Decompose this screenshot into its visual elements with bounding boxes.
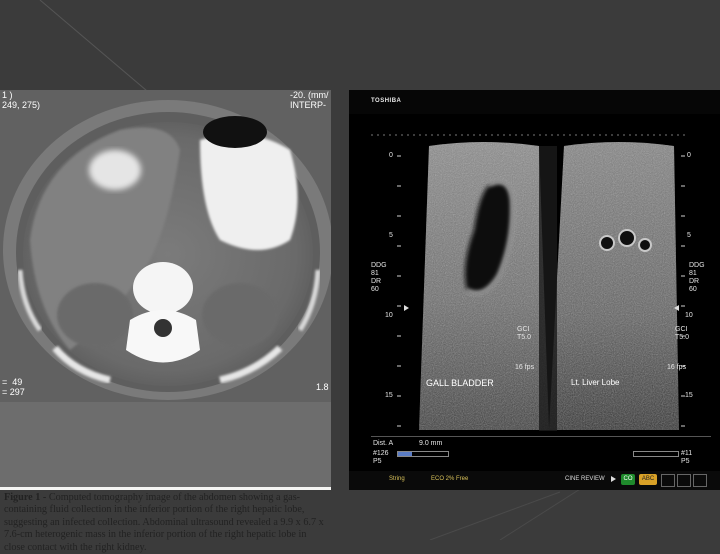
right-depth-marker-5: 5 bbox=[687, 232, 691, 239]
measure-label: Dist. A bbox=[373, 440, 394, 447]
caption-text: Computed tomography image of the abdomen… bbox=[4, 492, 324, 553]
ultrasound-panel: TOSHIBA 0 5 10 15 0 5 10 15 DDG 81 DR 60… bbox=[349, 90, 720, 490]
right-depth-marker-15: 15 bbox=[685, 392, 693, 399]
right-gain-params: DDG 81 DR 60 bbox=[689, 262, 705, 293]
ultrasound-measurement-bar: Dist. A 9.0 mm #126 #11 P5 P5 bbox=[371, 436, 711, 465]
footer-button-co[interactable]: CO bbox=[621, 474, 635, 485]
depth-marker-0: 0 bbox=[389, 152, 393, 159]
ultrasound-footer: String ECO 2% Free CINE REVIEW CO ABC bbox=[349, 471, 720, 490]
frame-slider-right[interactable] bbox=[633, 451, 679, 457]
left-gain-params: DDG 81 DR 60 bbox=[371, 262, 387, 293]
footer-string: String bbox=[389, 476, 405, 482]
liver-lobe-label: Lt. Liver Lobe bbox=[571, 378, 620, 387]
footer-slot-3[interactable] bbox=[693, 474, 707, 487]
caption-label: Figure 1 - bbox=[4, 492, 47, 503]
right-depth-marker-10: 10 bbox=[685, 312, 693, 319]
footer-mode: ECO 2% Free bbox=[431, 476, 469, 482]
frame-slider-left[interactable] bbox=[397, 451, 449, 457]
ct-figure-panel: 1 ) 249, 275) -20. (mm/ INTERP- = 49 = 2… bbox=[0, 90, 331, 553]
ct-overlay-bottom-left: = 49 = 297 bbox=[2, 377, 25, 397]
measure-value: 9.0 mm bbox=[419, 440, 443, 447]
footer-button-abc[interactable]: ABC bbox=[639, 474, 657, 485]
ct-overlay-top-right: -20. (mm/ INTERP- bbox=[290, 90, 329, 110]
ct-overlay-top-left: 1 ) 249, 275) bbox=[2, 90, 41, 110]
frame-counter-left: #126 bbox=[373, 450, 389, 457]
ultrasound-brand: TOSHIBA bbox=[371, 98, 402, 104]
depth-marker-15: 15 bbox=[385, 392, 393, 399]
depth-marker-5: 5 bbox=[389, 232, 393, 239]
ct-overlay-bottom-right: 1.8 bbox=[316, 382, 329, 392]
gall-bladder-label: GALL BLADDER bbox=[426, 378, 494, 388]
right-depth-marker-0: 0 bbox=[687, 152, 691, 159]
left-frame-rate: 16 fps bbox=[515, 364, 535, 371]
footer-slot-2[interactable] bbox=[677, 474, 691, 487]
frame-counter-right: #11 bbox=[681, 450, 693, 457]
footer-cine-review[interactable]: CINE REVIEW bbox=[565, 476, 605, 482]
left-gci-params: GCI T5.0 bbox=[517, 326, 532, 341]
play-triangle-icon[interactable] bbox=[611, 476, 616, 482]
footer-slot-1[interactable] bbox=[661, 474, 675, 487]
depth-marker-10: 10 bbox=[385, 312, 393, 319]
right-gci-params: GCI T5.0 bbox=[675, 326, 690, 341]
right-frame-rate: 16 fps bbox=[667, 364, 687, 371]
ultrasound-header: TOSHIBA bbox=[349, 90, 720, 114]
frame-counter-right-sub: P5 bbox=[681, 458, 690, 465]
ct-scan-image: 1 ) 249, 275) -20. (mm/ INTERP- = 49 = 2… bbox=[0, 90, 331, 487]
ultrasound-image bbox=[371, 134, 689, 431]
ct-figure-caption: Figure 1 - Computed tomography image of … bbox=[4, 492, 328, 554]
frame-counter-left-sub: P5 bbox=[373, 458, 382, 465]
